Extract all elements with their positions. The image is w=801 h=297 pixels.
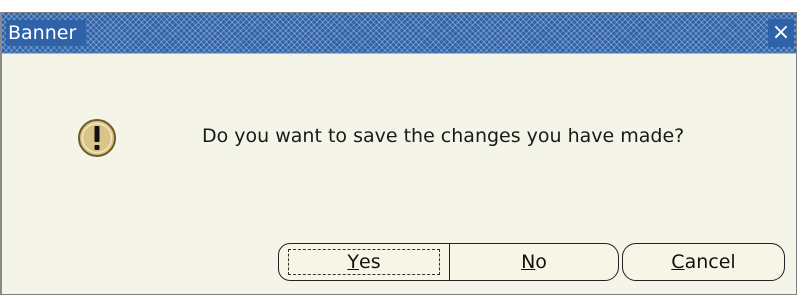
no-label: o bbox=[535, 251, 547, 273]
cancel-button[interactable]: Cancel bbox=[622, 243, 785, 281]
cancel-label: ancel bbox=[684, 251, 736, 273]
save-changes-dialog: Banner × Do you want to save the changes… bbox=[0, 12, 797, 295]
focus-indicator bbox=[288, 249, 440, 275]
title-bar[interactable]: Banner × bbox=[2, 13, 796, 53]
no-mnemonic: N bbox=[521, 251, 536, 273]
yes-button[interactable]: Yes bbox=[278, 243, 450, 281]
close-icon[interactable]: × bbox=[768, 19, 794, 47]
window-title: Banner bbox=[6, 20, 87, 46]
warning-exclamation-icon bbox=[78, 119, 116, 157]
no-button[interactable]: No bbox=[449, 243, 619, 281]
cancel-mnemonic: C bbox=[671, 251, 685, 273]
title-divider bbox=[2, 53, 796, 54]
dialog-message: Do you want to save the changes you have… bbox=[202, 125, 685, 147]
